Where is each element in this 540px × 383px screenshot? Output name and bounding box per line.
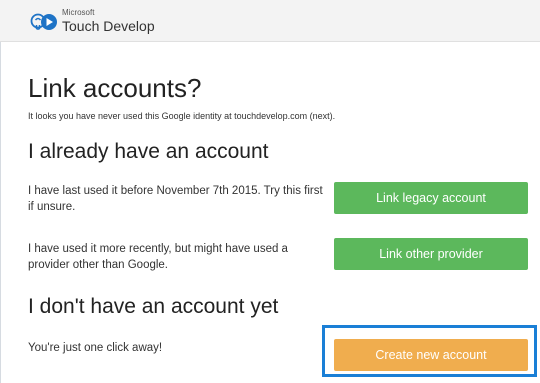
top-bar: Microsoft Touch Develop bbox=[0, 0, 540, 42]
page-subtitle: It looks you have never used this Google… bbox=[28, 111, 336, 121]
page-title: Link accounts? bbox=[28, 73, 202, 103]
legacy-account-description: I have last used it before November 7th … bbox=[28, 185, 323, 213]
no-account-description: You're just one click away! bbox=[28, 342, 163, 354]
section-heading-have-account: I already have an account bbox=[28, 140, 269, 163]
brand-name[interactable]: Touch Develop bbox=[62, 18, 155, 34]
create-new-account-button[interactable]: Create new account bbox=[334, 339, 528, 371]
other-provider-description: I have used it more recently, but might … bbox=[28, 243, 288, 271]
section-heading-no-account: I don't have an account yet bbox=[28, 295, 279, 318]
brand-microsoft-label: Microsoft bbox=[62, 8, 95, 17]
link-other-provider-button[interactable]: Link other provider bbox=[334, 238, 528, 270]
touchdevelop-logo-icon[interactable] bbox=[30, 11, 58, 33]
link-legacy-account-button[interactable]: Link legacy account bbox=[334, 182, 528, 214]
